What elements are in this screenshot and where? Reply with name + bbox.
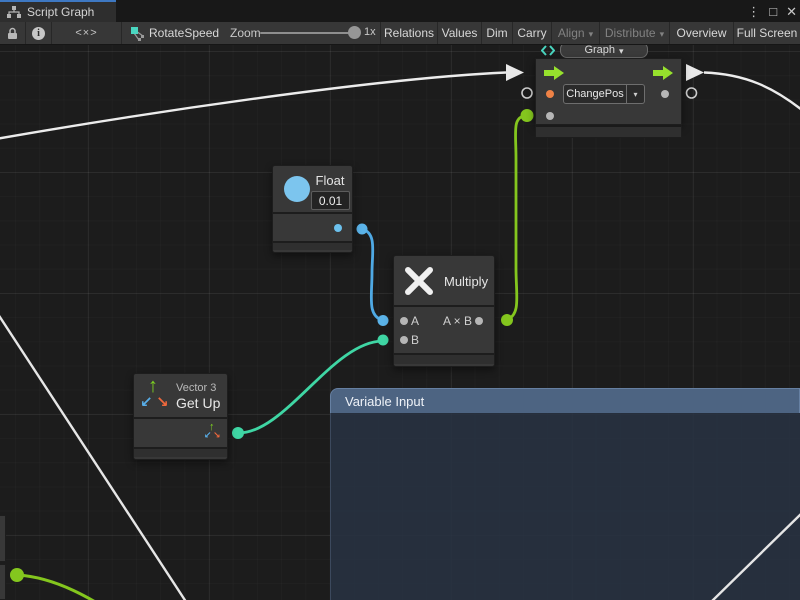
zoom-value: 1x (364, 26, 376, 38)
offscreen-node-fragment-footer[interactable] (0, 564, 6, 600)
multiply-title: Multiply (444, 274, 488, 289)
multiply-ports: A A × B B (394, 305, 494, 353)
offscreen-node-fragment[interactable] (0, 515, 6, 562)
multiply-port-a[interactable] (400, 317, 408, 325)
lock-icon (7, 27, 18, 40)
chevron-down-icon: ▾ (660, 29, 665, 40)
distribute-button[interactable]: Distribute ▾ (600, 22, 670, 44)
lock-button[interactable] (0, 22, 26, 44)
maximize-icon[interactable]: □ (769, 5, 777, 18)
vector3-icon-up: ↑ (148, 376, 158, 396)
vector-title: Get Up (176, 395, 220, 411)
multiply-footer (394, 353, 494, 364)
variable-dropdown[interactable]: ChangePos (563, 84, 627, 104)
dim-button[interactable]: Dim (482, 22, 513, 44)
multiply-port-out-label: A × B (443, 314, 472, 328)
tab-script-graph[interactable]: Script Graph (0, 0, 116, 22)
relations-label: Relations (384, 26, 434, 40)
group-header[interactable]: Variable Input (330, 388, 800, 413)
graph-dropdown-label: Graph (584, 44, 615, 56)
multiply-icon (402, 264, 436, 298)
graph-value-port-orange[interactable] (546, 90, 554, 98)
node-multiply[interactable]: Multiply A A × B B (393, 255, 495, 367)
multiply-port-out[interactable] (475, 317, 483, 325)
vector-type-label: Vector 3 (176, 382, 216, 394)
unity-visual-scripting-window: Variable Input (0, 0, 800, 600)
overview-label: Overview (676, 26, 726, 40)
group-title: Variable Input (345, 394, 424, 409)
info-button[interactable]: i (26, 22, 52, 44)
vector-ports: ↑ ↙ ↘ (134, 417, 227, 447)
close-icon[interactable]: ✕ (786, 5, 797, 18)
vector3-icon-down-right: ↘ (156, 395, 169, 410)
script-graph-icon (541, 44, 555, 57)
window-controls: ⋮ □ ✕ (747, 0, 797, 22)
float-footer (273, 241, 352, 250)
dim-label: Dim (486, 26, 507, 40)
node-graph-unit[interactable]: Graph ▾ ChangePos ▾ (535, 42, 682, 138)
group-body[interactable] (330, 413, 800, 600)
variable-dropdown-label: ChangePos (566, 88, 624, 100)
menu-icon[interactable]: ⋮ (747, 5, 760, 18)
zoom-label: Zoom (230, 26, 261, 40)
float-output-port[interactable] (334, 224, 342, 232)
graph-unit-body[interactable]: ChangePos ▾ (535, 58, 682, 125)
chevron-down-icon: ▾ (633, 90, 637, 99)
graph-asset-icon (130, 26, 146, 42)
float-title: Float (310, 173, 350, 188)
values-label: Values (442, 26, 478, 40)
variable-dropdown-arrow[interactable]: ▾ (627, 84, 645, 104)
graph-value-port-bottom[interactable] (546, 112, 554, 120)
chevron-down-icon: ▾ (589, 29, 594, 40)
code-view-button[interactable]: <×> (52, 22, 122, 44)
full-screen-label: Full Screen (737, 26, 798, 40)
distribute-label: Distribute (605, 26, 656, 40)
chevron-down-icon: ▾ (619, 46, 624, 57)
vector3-mini-down-left: ↙ (204, 431, 212, 440)
info-icon: i (32, 27, 45, 40)
code-icon: <×> (75, 27, 97, 39)
graph-unit-footer (535, 125, 682, 138)
values-button[interactable]: Values (438, 22, 482, 44)
vector3-mini-down-right: ↘ (213, 431, 221, 440)
multiply-port-b[interactable] (400, 336, 408, 344)
multiply-port-a-label: A (411, 314, 419, 328)
zoom-slider[interactable] (260, 32, 352, 34)
align-button[interactable]: Align ▾ (552, 22, 600, 44)
vector-footer (134, 447, 227, 457)
node-float[interactable]: Float (272, 165, 353, 253)
node-vector3-get-up[interactable]: ↑ ↙ ↘ Vector 3 Get Up ↑ ↙ ↘ (133, 373, 228, 460)
flow-in-port-icon[interactable] (544, 66, 564, 80)
vector3-icon-down-left: ↙ (140, 395, 153, 410)
graph-reference[interactable]: RotateSpeed (149, 26, 219, 40)
overview-button[interactable]: Overview (670, 22, 734, 44)
graph-value-port-right[interactable] (661, 90, 669, 98)
tab-title: Script Graph (27, 5, 94, 19)
flow-out-port-icon[interactable] (653, 66, 673, 80)
multiply-header: Multiply (394, 256, 494, 305)
carry-label: Carry (517, 26, 546, 40)
toolbar-graph-section: RotateSpeed Zoom 1x (122, 22, 381, 44)
align-label: Align (558, 26, 585, 40)
vector3-icon: ↑ ↙ ↘ (139, 376, 175, 414)
group-region-variable-input[interactable]: Variable Input (330, 388, 800, 600)
float-ports (273, 212, 352, 241)
vector-header: ↑ ↙ ↘ Vector 3 Get Up (134, 374, 227, 417)
carry-button[interactable]: Carry (513, 22, 552, 44)
graph-toolbar: i <×> RotateSpeed Zoom 1x Relations Valu… (0, 22, 800, 45)
multiply-port-b-label: B (411, 333, 419, 347)
float-value-input[interactable] (311, 191, 350, 210)
full-screen-button[interactable]: Full Screen (734, 22, 800, 44)
vector3-output-port[interactable]: ↑ ↙ ↘ (203, 422, 225, 444)
relations-button[interactable]: Relations (381, 22, 438, 44)
float-header: Float (273, 166, 352, 212)
graph-hierarchy-icon (7, 6, 21, 18)
float-icon (284, 176, 310, 202)
tab-bar: Script Graph ⋮ □ ✕ (0, 0, 800, 22)
zoom-slider-handle[interactable] (348, 26, 361, 39)
